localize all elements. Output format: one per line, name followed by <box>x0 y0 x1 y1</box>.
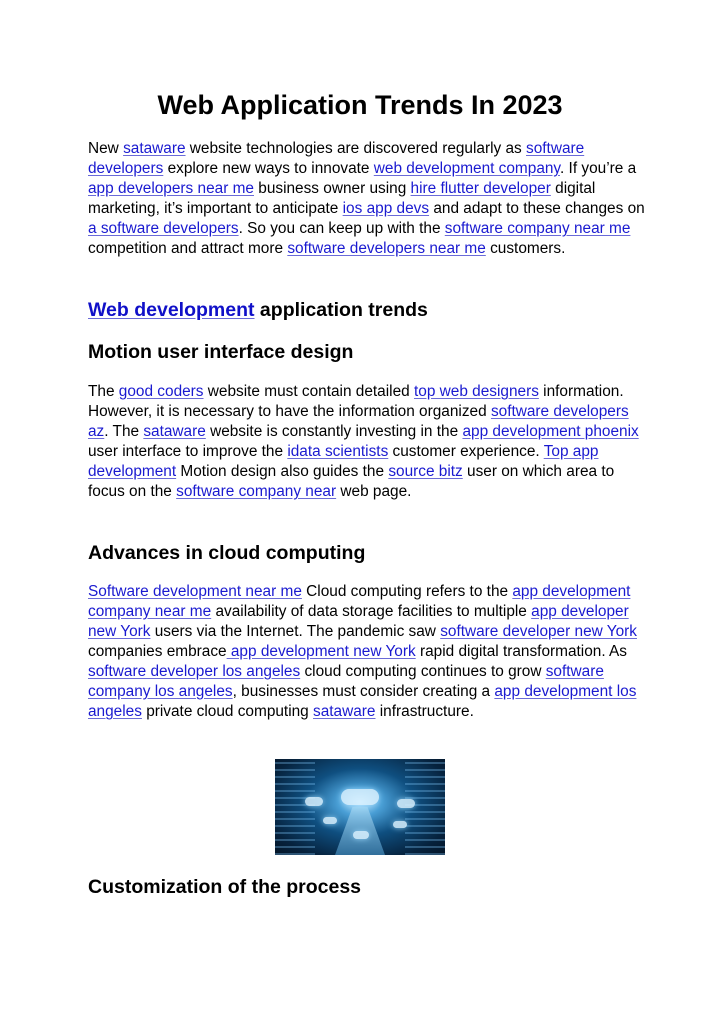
body-text: and adapt to these changes on <box>429 200 645 217</box>
body-text: . The <box>104 423 144 440</box>
body-text: users via the Internet. The pandemic saw <box>150 623 441 640</box>
inline-link[interactable]: app development phoenix <box>462 423 638 440</box>
cloud-computing-image <box>275 759 445 855</box>
body-text: competition and attract more <box>88 240 288 257</box>
body-text: The <box>88 383 119 400</box>
body-text: website must contain detailed <box>203 383 414 400</box>
body-text: user interface to improve the <box>88 443 288 460</box>
inline-link[interactable]: sataware <box>313 703 375 720</box>
body-text: website technologies are discovered regu… <box>185 140 527 157</box>
inline-link[interactable]: software developer new York <box>440 623 637 640</box>
body-text: , businesses must consider creating a <box>232 683 495 700</box>
inline-link[interactable]: idata scientists <box>287 443 388 460</box>
inline-link[interactable]: source bitz <box>388 463 462 480</box>
body-text: business owner using <box>253 180 411 197</box>
section-heading: Web development application trends <box>88 297 428 323</box>
inline-link[interactable]: sataware <box>143 423 205 440</box>
inline-link[interactable]: software developer los angeles <box>88 663 300 680</box>
inline-link[interactable]: app developers near me <box>88 180 254 197</box>
inline-link[interactable]: web development company <box>374 160 560 177</box>
inline-link[interactable]: Software development near me <box>88 583 302 600</box>
inline-link[interactable]: top web designers <box>414 383 539 400</box>
cloud-icon <box>305 797 323 806</box>
inline-link[interactable]: hire flutter developer <box>411 180 551 197</box>
body-text: explore new ways to innovate <box>163 160 374 177</box>
customization-heading: Customization of the process <box>88 876 362 898</box>
inline-link[interactable]: app development new York <box>227 643 416 660</box>
inline-link[interactable]: software company near me <box>445 220 631 237</box>
body-text: Cloud computing refers to the <box>301 583 513 600</box>
cloud-paragraph: Software development near me Cloud compu… <box>88 582 648 722</box>
cloud-icon <box>323 817 337 824</box>
inline-link[interactable]: good coders <box>119 383 204 400</box>
cloud-icon <box>397 799 415 808</box>
motion-heading: Motion user interface design <box>88 341 354 363</box>
body-text: . If you’re a <box>560 160 637 177</box>
body-text: rapid digital transformation. As <box>415 643 628 660</box>
server-rack-left <box>275 759 315 855</box>
web-development-heading-link[interactable]: Web development <box>88 299 255 321</box>
body-text: customer experience. <box>388 443 544 460</box>
section-heading-text: application trends <box>254 299 428 321</box>
intro-paragraph: New sataware website technologies are di… <box>88 139 648 259</box>
inline-link[interactable]: a software developers <box>88 220 239 237</box>
body-text: customers. <box>485 240 566 257</box>
body-text: web page. <box>336 483 412 500</box>
body-text: private cloud computing <box>141 703 314 720</box>
inline-link[interactable]: software company near <box>176 483 336 500</box>
document-page: Web Application Trends In 2023 New sataw… <box>0 0 720 1018</box>
body-text: website is constantly investing in the <box>205 423 463 440</box>
body-text: infrastructure. <box>375 703 474 720</box>
inline-link[interactable]: ios app devs <box>343 200 429 217</box>
cloud-icon <box>393 821 407 828</box>
body-text: cloud computing continues to grow <box>300 663 546 680</box>
page-title: Web Application Trends In 2023 <box>157 90 563 120</box>
body-text: Motion design also guides the <box>176 463 389 480</box>
inline-link[interactable]: sataware <box>123 140 185 157</box>
cloud-icon <box>341 789 379 805</box>
inline-link[interactable]: software developers near me <box>287 240 485 257</box>
body-text: availability of data storage facilities … <box>211 603 532 620</box>
body-text: New <box>88 140 124 157</box>
motion-paragraph: The good coders website must contain det… <box>88 382 648 502</box>
cloud-icon <box>353 831 369 839</box>
body-text: companies embrace <box>88 643 227 660</box>
body-text: . So you can keep up with the <box>238 220 445 237</box>
cloud-heading: Advances in cloud computing <box>88 542 366 564</box>
